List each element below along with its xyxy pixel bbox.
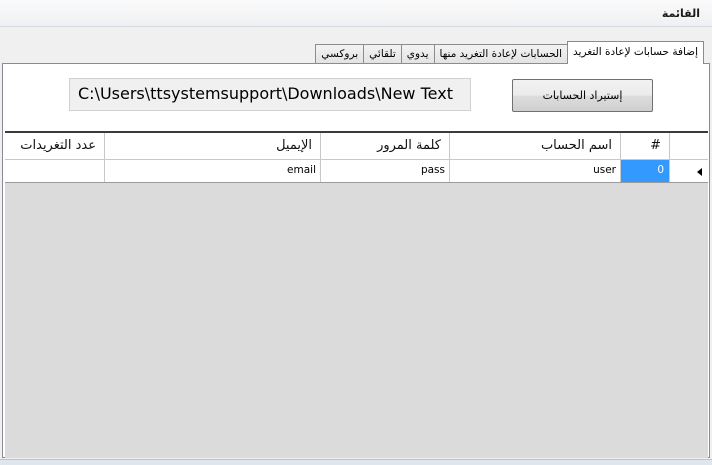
import-accounts-button[interactable]: إستيراد الحسابات: [512, 79, 653, 112]
tab-strip: إضافة حسابات لإعادة التغريد الحسابات لإع…: [315, 41, 704, 64]
column-header-account-name[interactable]: اسم الحساب: [450, 133, 621, 159]
row-header-corner: [670, 133, 708, 159]
grid-header: عدد التغريدات الإيميل كلمة المرور اسم ال…: [5, 133, 708, 160]
row-selector[interactable]: [670, 160, 708, 182]
tab-manual[interactable]: يدوي: [400, 44, 435, 64]
cell-email[interactable]: email: [105, 160, 321, 182]
column-header-password[interactable]: كلمة المرور: [321, 133, 450, 159]
table-row[interactable]: email pass user 0: [5, 160, 708, 183]
accounts-grid[interactable]: عدد التغريدات الإيميل كلمة المرور اسم ال…: [5, 131, 708, 458]
cell-account-name[interactable]: user: [450, 160, 621, 182]
tab-retweet-source-accounts[interactable]: الحسابات لإعادة التغريد منها: [433, 44, 569, 64]
tab-automatic[interactable]: تلقائي: [363, 44, 402, 64]
column-header-retweet-count[interactable]: عدد التغريدات: [5, 133, 105, 159]
cell-password[interactable]: pass: [321, 160, 450, 182]
column-header-number[interactable]: #: [621, 133, 670, 159]
file-path-field[interactable]: C:\Users\ttsystemsupport\Downloads\New T…: [69, 78, 471, 111]
window-title: القائمة: [661, 7, 700, 20]
title-strip: القائمة: [0, 0, 712, 27]
column-header-email[interactable]: الإيميل: [105, 133, 321, 159]
tab-proxy[interactable]: بروكسي: [315, 44, 365, 64]
cell-retweet-count[interactable]: [5, 160, 105, 182]
window-bottom-border: [0, 459, 712, 465]
cell-number[interactable]: 0: [621, 160, 670, 182]
current-row-arrow-icon: [697, 168, 702, 176]
tab-add-retweet-accounts[interactable]: إضافة حسابات لإعادة التغريد: [567, 41, 704, 64]
tab-page-add-accounts: C:\Users\ttsystemsupport\Downloads\New T…: [2, 63, 710, 458]
